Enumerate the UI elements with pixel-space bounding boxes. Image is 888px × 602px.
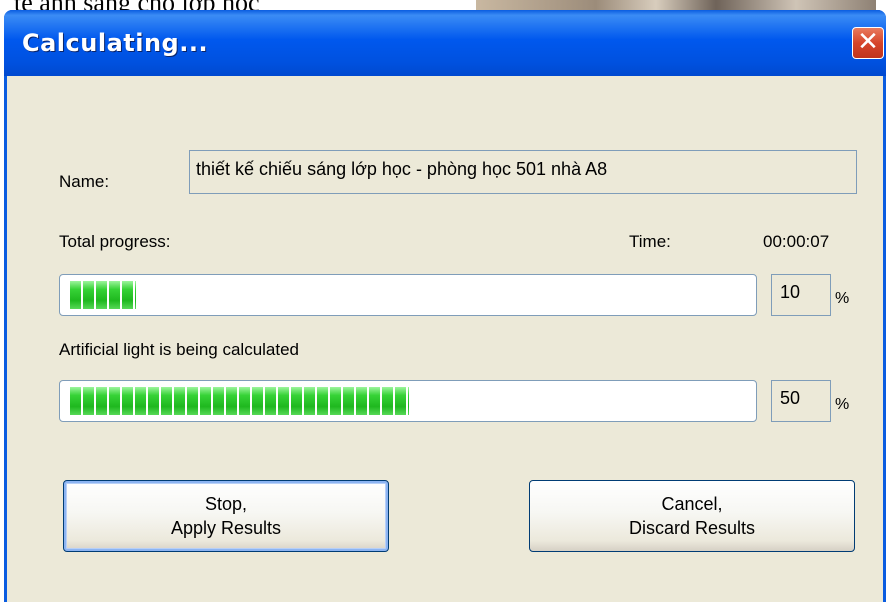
name-label: Name: bbox=[59, 172, 110, 191]
time-label: Time: bbox=[629, 232, 671, 251]
cancel-button-line1: Cancel, bbox=[661, 494, 723, 514]
cancel-discard-results-button[interactable]: Cancel, Discard Results bbox=[529, 480, 855, 552]
total-percent-sign: % bbox=[835, 290, 850, 307]
calculating-dialog: Calculating... ✕ Name: thiết kế chiếu sá… bbox=[4, 10, 886, 602]
total-progress-label: Total progress: bbox=[59, 232, 171, 251]
time-value: 00:00:07 bbox=[763, 232, 830, 251]
stage-label: Artificial light is being calculated bbox=[59, 340, 300, 359]
stop-button-line2: Apply Results bbox=[170, 518, 282, 538]
stage-percent-field: 50 bbox=[771, 380, 831, 422]
name-field: thiết kế chiếu sáng lớp học - phòng học … bbox=[189, 150, 857, 194]
title-bar[interactable]: Calculating... ✕ bbox=[4, 10, 886, 76]
cancel-button-line2: Discard Results bbox=[628, 518, 756, 538]
total-percent-field: 10 bbox=[771, 274, 831, 316]
total-progress-fill bbox=[68, 281, 137, 309]
background-image bbox=[476, 0, 876, 10]
stage-progress-bar bbox=[59, 380, 757, 422]
stop-apply-results-button[interactable]: Stop, Apply Results bbox=[63, 480, 389, 552]
dialog-title: Calculating... bbox=[22, 29, 209, 57]
stop-button-line1: Stop, bbox=[204, 494, 248, 514]
stage-percent-sign: % bbox=[835, 396, 850, 413]
dialog-body: Name: thiết kế chiếu sáng lớp học - phòn… bbox=[7, 76, 883, 602]
stage-progress-fill bbox=[68, 387, 409, 415]
close-icon[interactable]: ✕ bbox=[852, 27, 884, 59]
total-progress-bar bbox=[59, 274, 757, 316]
